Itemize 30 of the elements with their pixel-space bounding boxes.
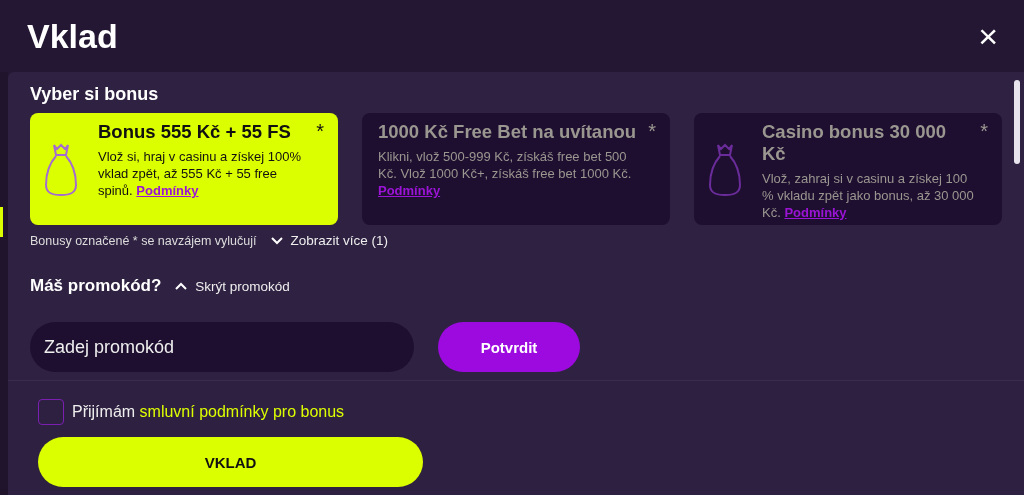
show-more-button[interactable]: Zobrazit více (1) (270, 233, 389, 248)
terms-link[interactable]: Podmínky (136, 182, 199, 198)
confirm-button[interactable]: Potvrdit (438, 322, 580, 372)
money-bag-icon (708, 141, 742, 197)
chevron-down-icon (270, 236, 283, 245)
exclusive-mark: * (980, 121, 988, 141)
terms-label: Přijímám smluvní podmínky pro bonus (72, 403, 345, 421)
hide-promo-button[interactable]: Skrýt promokód (175, 278, 290, 294)
terms-checkbox[interactable] (38, 399, 64, 425)
close-button[interactable]: × (974, 19, 1002, 53)
money-bag-icon (44, 141, 78, 197)
promo-title: Máš promokód? (30, 276, 162, 296)
exclusive-mark: * (648, 121, 656, 141)
dialog-title: Vklad (27, 16, 118, 56)
deposit-button[interactable]: VKLAD (38, 437, 423, 487)
bonus-title: Bonus 555 Kč + 55 FS (98, 121, 292, 144)
promo-code-field[interactable]: Zadej promokód (30, 322, 414, 372)
bonus-card[interactable]: 1000 Kč Free Bet na uvítanou * Klikni, vlož 500-999 Kč, získáš free bet 500 Kč. Vlož 1000 Kč+, získáš free bet 1000 Kč. Podmínky (362, 113, 670, 225)
bonus-title: Casino bonus 30 000 Kč (762, 121, 948, 166)
terms-link[interactable]: smluvní podmínky pro bonus (139, 403, 345, 420)
exclusive-mark: * (316, 121, 324, 141)
chevron-up-icon (175, 282, 188, 290)
bonus-description: Vlož, zahraj si v casinu a získej 100 % vkladu zpět jako bonus, až 30 000 Kč. Podmínky (762, 171, 975, 223)
bonus-description: Klikni, vlož 500-999 Kč, získáš free bet 500 Kč. Vlož 1000 Kč+, získáš free bet 1000 Kč. Podmínky (378, 149, 633, 200)
bonus-description: Vlož si, hraj v casinu a získej 100% vklad zpět, až 555 Kč + 55 free spinů. Podmínky (98, 149, 303, 200)
bonus-title: 1000 Kč Free Bet na uvítanou (378, 121, 638, 144)
bonus-card[interactable]: Casino bonus 30 000 Kč * Vlož, zahraj si v casinu a získej 100 % vkladu zpět jako bonus, až 30 000 Kč. Podmínky (694, 113, 1002, 225)
section-title: Vyber si bonus (30, 84, 160, 105)
bonus-card[interactable]: Bonus 555 Kč + 55 FS * Vlož si, hraj v casinu a získej 100% vklad zpět, až 555 Kč + 55 free spinů. Podmínky (30, 113, 338, 225)
exclusive-note: Bonusy označené * se navzájem vylučují (30, 233, 257, 248)
